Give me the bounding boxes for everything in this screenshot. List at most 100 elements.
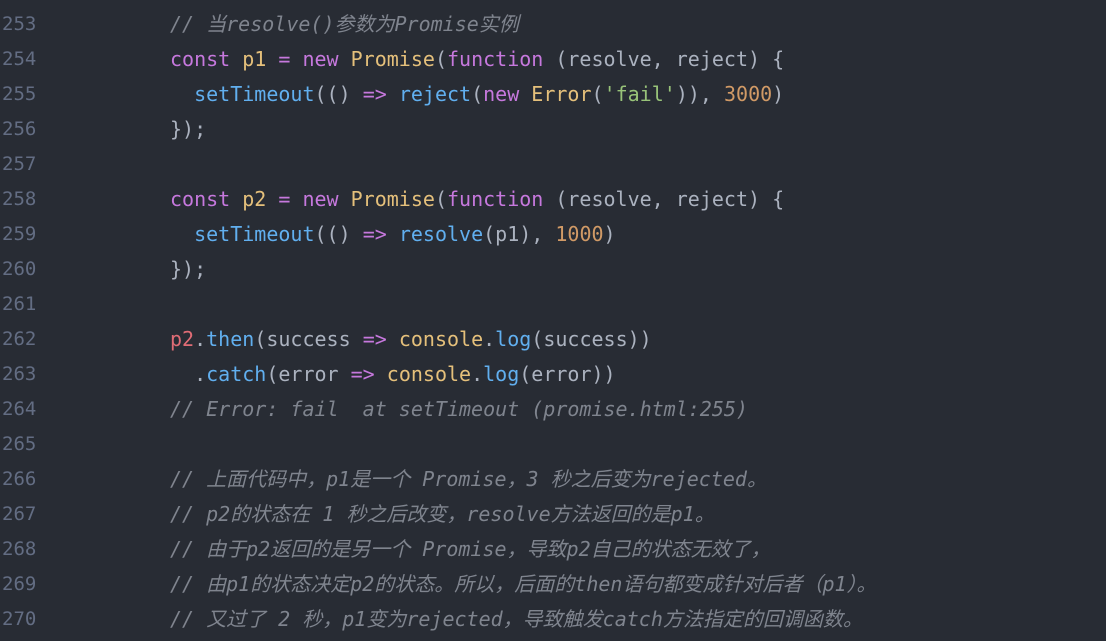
- code-comment: // 上面代码中，p1是一个 Promise，3 秒之后变为rejected。: [170, 467, 767, 491]
- code-comment: // Error: fail at setTimeout (promise.ht…: [170, 397, 748, 421]
- code-token: resolve: [398, 222, 484, 246]
- code-token: Promise: [350, 47, 435, 71]
- code-line[interactable]: 255 setTimeout(() => reject(new Error('f…: [0, 77, 1106, 112]
- code-line[interactable]: 263 .catch(error => console.log(error)): [0, 357, 1106, 392]
- line-code[interactable]: });: [170, 112, 206, 147]
- code-token: console: [398, 327, 484, 351]
- code-token: =: [266, 47, 303, 71]
- code-comment: // 当resolve()参数为Promise实例: [170, 12, 519, 36]
- code-token: (success: [254, 327, 363, 351]
- code-token: ): [772, 82, 785, 106]
- code-token: p2: [170, 327, 195, 351]
- code-line[interactable]: 257: [0, 147, 1106, 182]
- code-line[interactable]: 262 p2.then(success => console.log(succes…: [0, 322, 1106, 357]
- code-line[interactable]: 269 // 由p1的状态决定p2的状态。所以，后面的then语句都变成针对后者（…: [0, 567, 1106, 602]
- code-comment: // 由于p2返回的是另一个 Promise，导致p2自己的状态无效了，: [170, 537, 771, 561]
- code-token: catch: [206, 362, 267, 386]
- line-code[interactable]: setTimeout(() => reject(new Error('fail'…: [170, 77, 784, 112]
- code-token: =: [266, 187, 303, 211]
- code-line[interactable]: 261: [0, 287, 1106, 322]
- code-token: p2: [242, 187, 267, 211]
- code-token: )),: [675, 82, 724, 106]
- line-code[interactable]: p2.then(success => console.log(success)): [170, 322, 652, 357]
- line-code[interactable]: });: [170, 252, 206, 287]
- line-number: 270: [2, 608, 37, 630]
- code-token: .: [170, 362, 207, 386]
- code-line[interactable]: 264 // Error: fail at setTimeout (promise…: [0, 392, 1106, 427]
- line-number: 256: [2, 118, 37, 140]
- code-comment: // 又过了 2 秒，p1变为rejected，导致触发catch方法指定的回调…: [170, 607, 863, 631]
- code-token: log: [483, 362, 520, 386]
- code-line[interactable]: 258 const p2 = new Promise(function (reso…: [0, 182, 1106, 217]
- code-token: .: [194, 327, 207, 351]
- line-code[interactable]: // 又过了 2 秒，p1变为rejected，导致触发catch方法指定的回调…: [170, 602, 863, 637]
- line-number: 269: [2, 573, 37, 595]
- code-token: reject: [398, 82, 472, 106]
- code-token: console: [386, 362, 472, 386]
- code-line[interactable]: 268 // 由于p2返回的是另一个 Promise，导致p2自己的状态无效了，: [0, 532, 1106, 567]
- code-token: (resolve, reject) {: [543, 47, 785, 71]
- code-line[interactable]: 259 setTimeout(() => resolve(p1), 1000): [0, 217, 1106, 252]
- code-token: ((): [314, 222, 363, 246]
- code-line[interactable]: 256});: [0, 112, 1106, 147]
- code-token: new: [302, 47, 351, 71]
- line-number: 267: [2, 503, 37, 525]
- line-number: 265: [2, 433, 37, 455]
- code-token: 1000: [555, 222, 604, 246]
- code-line[interactable]: 267 // p2的状态在 1 秒之后改变，resolve方法返回的是p1。: [0, 497, 1106, 532]
- line-code[interactable]: // 上面代码中，p1是一个 Promise，3 秒之后变为rejected。: [170, 462, 767, 497]
- code-token: Error: [531, 82, 592, 106]
- code-token: (p1),: [483, 222, 556, 246]
- code-token: setTimeout: [194, 222, 315, 246]
- line-code[interactable]: // p2的状态在 1 秒之后改变，resolve方法返回的是p1。: [170, 497, 715, 532]
- code-token: log: [495, 327, 532, 351]
- code-token: function: [446, 187, 544, 211]
- code-token: then: [206, 327, 255, 351]
- line-number: 263: [2, 363, 37, 385]
- code-line[interactable]: 266 // 上面代码中，p1是一个 Promise，3 秒之后变为rejecte…: [0, 462, 1106, 497]
- code-token: });: [170, 257, 207, 281]
- code-token: const: [170, 187, 243, 211]
- code-token: new: [483, 82, 532, 106]
- line-code[interactable]: const p2 = new Promise(function (resolve…: [170, 182, 784, 217]
- line-number: 253: [2, 13, 37, 35]
- line-code[interactable]: // Error: fail at setTimeout (promise.ht…: [170, 392, 748, 427]
- line-code[interactable]: const p1 = new Promise(function (resolve…: [170, 42, 784, 77]
- code-line[interactable]: 265: [0, 427, 1106, 462]
- code-token: (resolve, reject) {: [543, 187, 785, 211]
- line-code[interactable]: // 当resolve()参数为Promise实例: [170, 7, 519, 42]
- line-number: 266: [2, 468, 37, 490]
- code-token: (: [591, 82, 604, 106]
- line-code[interactable]: // 由p1的状态决定p2的状态。所以，后面的then语句都变成针对后者（p1）…: [170, 567, 877, 602]
- line-number: 264: [2, 398, 37, 420]
- code-editor[interactable]: 253 // 当resolve()参数为Promise实例 254 const p1 …: [0, 0, 1106, 641]
- code-line[interactable]: 254 const p1 = new Promise(function (reso…: [0, 42, 1106, 77]
- line-code[interactable]: .catch(error => console.log(error)): [170, 357, 616, 392]
- line-number: 254: [2, 48, 37, 70]
- code-token: (error: [266, 362, 351, 386]
- line-code[interactable]: setTimeout(() => resolve(p1), 1000): [170, 217, 616, 252]
- code-token: setTimeout: [194, 82, 315, 106]
- code-token: =>: [362, 327, 387, 351]
- line-number: 268: [2, 538, 37, 560]
- code-line[interactable]: 260});: [0, 252, 1106, 287]
- line-code[interactable]: // 由于p2返回的是另一个 Promise，导致p2自己的状态无效了，: [170, 532, 771, 567]
- code-line[interactable]: 270 // 又过了 2 秒，p1变为rejected，导致触发catch方法指定…: [0, 602, 1106, 637]
- line-number: 258: [2, 188, 37, 210]
- line-number: 257: [2, 153, 37, 175]
- code-line[interactable]: 253 // 当resolve()参数为Promise实例: [0, 7, 1106, 42]
- code-token: (success)): [531, 327, 652, 351]
- code-token: (: [434, 47, 447, 71]
- line-number: 260: [2, 258, 37, 280]
- code-token: (: [471, 82, 484, 106]
- code-token: });: [170, 117, 207, 141]
- code-comment: // 由p1的状态决定p2的状态。所以，后面的then语句都变成针对后者（p1）…: [170, 572, 877, 596]
- code-token: .: [483, 327, 496, 351]
- code-comment: // p2的状态在 1 秒之后改变，resolve方法返回的是p1。: [170, 502, 715, 526]
- code-token: (: [434, 187, 447, 211]
- line-number: 261: [2, 293, 37, 315]
